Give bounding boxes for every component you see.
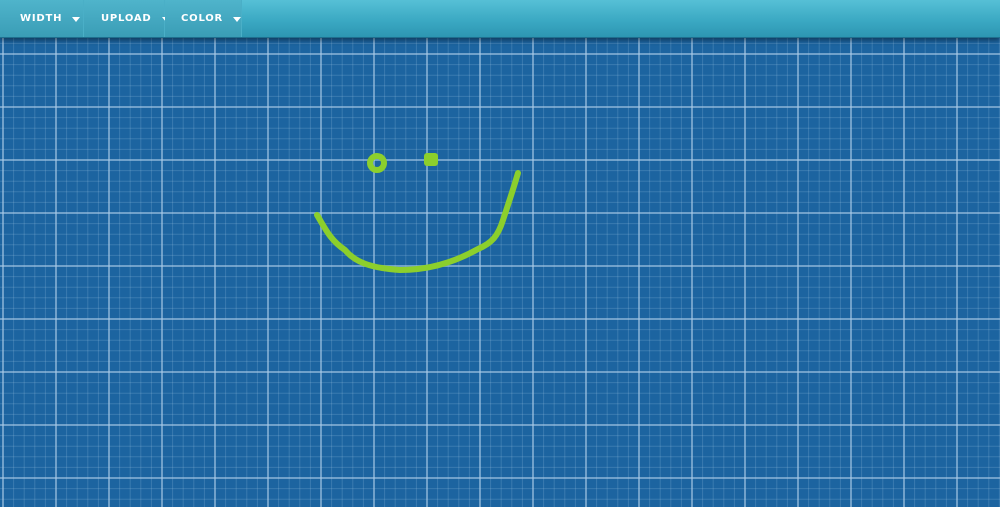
- color-menu-label: COLOR: [181, 13, 224, 24]
- upload-menu[interactable]: UPLOAD: [84, 0, 170, 37]
- drawing-canvas[interactable]: [0, 0, 1000, 507]
- drawing-app: WIDTH UPLOAD COLOR: [0, 0, 1000, 507]
- width-menu-label: WIDTH: [20, 13, 63, 24]
- smiley-right-eye: [424, 153, 438, 166]
- caret-down-icon: [233, 16, 242, 22]
- width-menu[interactable]: WIDTH: [0, 0, 84, 37]
- caret-down-icon: [72, 16, 81, 22]
- top-toolbar: WIDTH UPLOAD COLOR: [0, 0, 1000, 38]
- blueprint-grid-canvas[interactable]: [0, 0, 1000, 507]
- upload-menu-label: UPLOAD: [101, 13, 152, 24]
- color-menu[interactable]: COLOR: [165, 0, 242, 37]
